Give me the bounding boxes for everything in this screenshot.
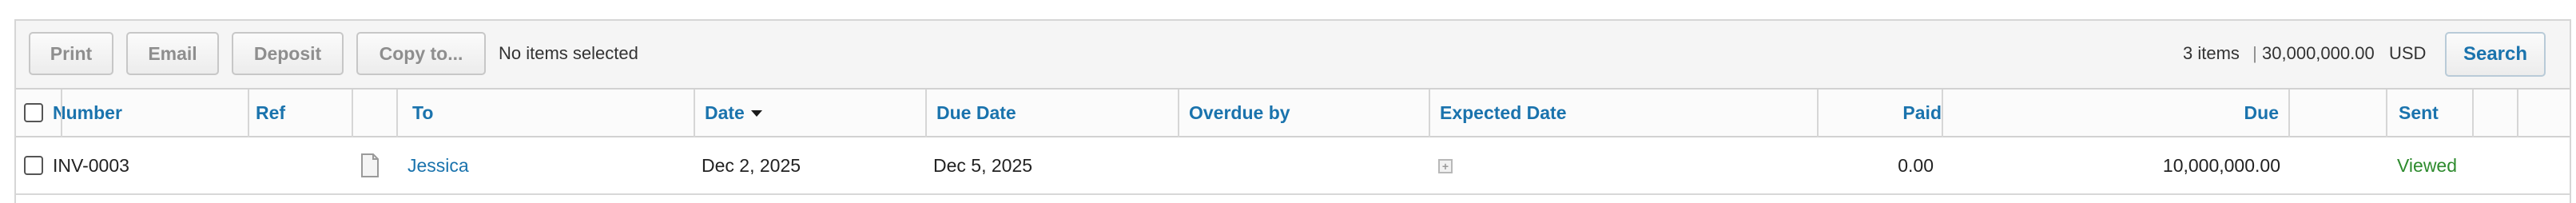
column-header-sent[interactable]: Sent (2399, 90, 2439, 136)
toolbar: Print Email Deposit Copy to... No items … (16, 21, 2570, 90)
copy-to-button[interactable]: Copy to... (356, 32, 486, 75)
column-header-ref[interactable]: Ref (256, 90, 285, 136)
items-summary: 3 items | 30,000,000.00 USD (2183, 43, 2426, 64)
column-header-overdue-by[interactable]: Overdue by (1189, 90, 1290, 136)
column-divider (694, 90, 695, 137)
table-row[interactable]: INV-0003 Jessica Dec 2, 2025 Dec 5, 2025… (16, 137, 2570, 195)
column-header-number[interactable]: Number (53, 90, 122, 136)
item-count: 3 items (2183, 43, 2240, 63)
total-amount: 30,000,000.00 (2262, 43, 2375, 63)
column-divider (352, 90, 353, 137)
email-button[interactable]: Email (126, 32, 219, 75)
deposit-button[interactable]: Deposit (232, 32, 344, 75)
search-button[interactable]: Search (2445, 32, 2546, 77)
column-divider (2288, 90, 2290, 137)
column-header-date[interactable]: Date (705, 90, 762, 136)
column-header-to[interactable]: To (412, 90, 433, 136)
sent-status: Viewed (2397, 154, 2458, 176)
plus-box-icon[interactable]: + (1438, 159, 1453, 173)
invoice-contact[interactable]: Jessica (407, 137, 469, 193)
column-divider (1817, 90, 1819, 137)
invoice-number[interactable]: INV-0003 (53, 137, 129, 193)
column-divider (2517, 90, 2518, 137)
column-header-due[interactable]: Due (2157, 90, 2279, 136)
currency-code: USD (2388, 43, 2427, 63)
summary-divider: | (2252, 43, 2257, 63)
column-header-paid[interactable]: Paid (1846, 90, 1942, 136)
select-all-checkbox[interactable] (24, 103, 43, 122)
invoice-due-date: Dec 5, 2025 (933, 154, 1033, 176)
column-divider (2386, 90, 2387, 137)
column-divider (1429, 90, 1430, 137)
column-divider (396, 90, 398, 137)
column-header-due-date[interactable]: Due Date (936, 90, 1016, 136)
table-header: Number Ref To Date Due Date Overdue by E… (16, 90, 2570, 137)
column-header-date-label: Date (705, 102, 745, 123)
caret-down-icon (750, 110, 762, 117)
row-select-checkbox[interactable] (24, 156, 43, 175)
column-divider (1942, 90, 1943, 137)
column-divider (248, 90, 249, 137)
column-divider (1178, 90, 1179, 137)
invoice-paid: 0.00 (1898, 154, 1934, 176)
invoice-list-panel: Print Email Deposit Copy to... No items … (14, 19, 2571, 203)
document-icon[interactable] (361, 153, 379, 177)
column-divider (925, 90, 927, 137)
contact-link[interactable]: Jessica (407, 155, 469, 177)
print-button[interactable]: Print (29, 32, 113, 75)
column-divider (2472, 90, 2474, 137)
invoice-due: 10,000,000.00 (2162, 154, 2280, 176)
invoice-date: Dec 2, 2025 (702, 154, 801, 176)
selection-status: No items selected (499, 43, 638, 63)
column-header-expected-date[interactable]: Expected Date (1440, 90, 1567, 136)
